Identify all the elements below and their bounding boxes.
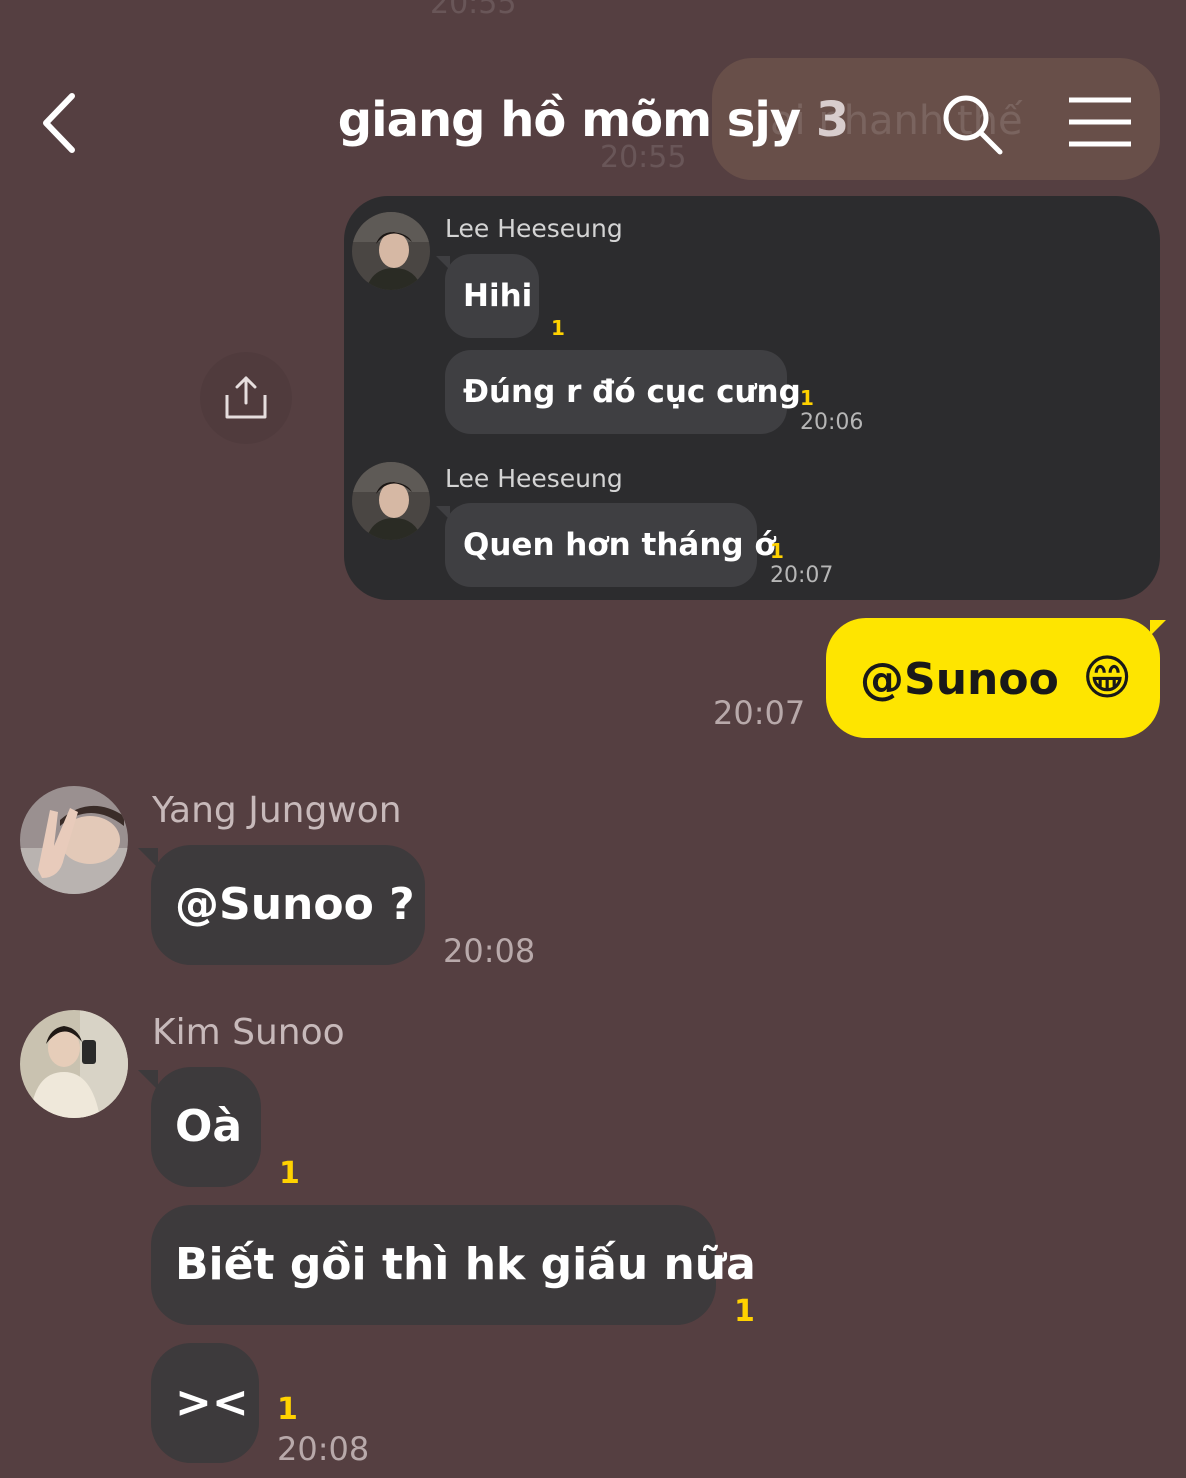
forward-bubble: Quen hơn tháng ớ — [445, 503, 776, 587]
forward-bubble: Đúng r đó cục cưng — [445, 350, 801, 434]
ghost-time-top: 20:55 — [430, 0, 517, 21]
avatar-image — [352, 212, 430, 290]
my-message-time: 20:07 — [713, 694, 806, 732]
unread-count: 1 — [734, 1294, 755, 1329]
my-message-text: @Sunoo — [860, 654, 1059, 705]
message-time: 20:08 — [443, 932, 536, 970]
message-time: 20:08 — [277, 1430, 370, 1468]
avatar-image — [352, 462, 430, 540]
avatar-lee-heeseung[interactable] — [352, 462, 430, 540]
hamburger-menu-icon — [1069, 97, 1131, 147]
unread-count: 1 — [551, 316, 565, 340]
avatar-yang-jungwon[interactable] — [20, 786, 128, 894]
message-time: 20:07 — [770, 563, 834, 588]
unread-count: 1 — [800, 386, 814, 410]
search-button[interactable] — [934, 86, 1010, 162]
unread-count: 1 — [770, 539, 784, 563]
message-bubble[interactable]: >< — [151, 1343, 259, 1463]
forward-sender-name: Lee Heeseung — [445, 214, 623, 243]
menu-button[interactable] — [1062, 90, 1138, 154]
forward-bubble: Hihi — [445, 254, 539, 338]
avatar-lee-heeseung[interactable] — [352, 212, 430, 290]
grinning-emoji-icon: 😁 — [1082, 650, 1133, 706]
search-icon — [943, 95, 1003, 155]
avatar-image — [20, 1010, 128, 1118]
avatar-kim-sunoo[interactable] — [20, 1010, 128, 1118]
share-button[interactable] — [200, 352, 292, 444]
message-time: 20:06 — [800, 410, 864, 435]
chat-title-text: giang hồ mõm sjy — [337, 92, 801, 148]
message-bubble[interactable]: Biết gồi thì hk giấu nữa — [151, 1205, 756, 1325]
member-count: 3 — [815, 92, 849, 148]
unread-count: 1 — [277, 1392, 298, 1427]
message-bubble[interactable]: Oà — [151, 1067, 261, 1187]
unread-count: 1 — [279, 1156, 300, 1191]
sender-name-yang-jungwon: Yang Jungwon — [152, 790, 402, 831]
my-message-bubble[interactable]: @Sunoo 😁 — [826, 618, 1160, 738]
sender-name-kim-sunoo: Kim Sunoo — [152, 1012, 345, 1053]
forward-sender-name: Lee Heeseung — [445, 464, 623, 493]
message-bubble[interactable]: @Sunoo ? — [151, 845, 425, 965]
share-upload-icon — [225, 376, 267, 419]
avatar-image — [20, 786, 128, 894]
